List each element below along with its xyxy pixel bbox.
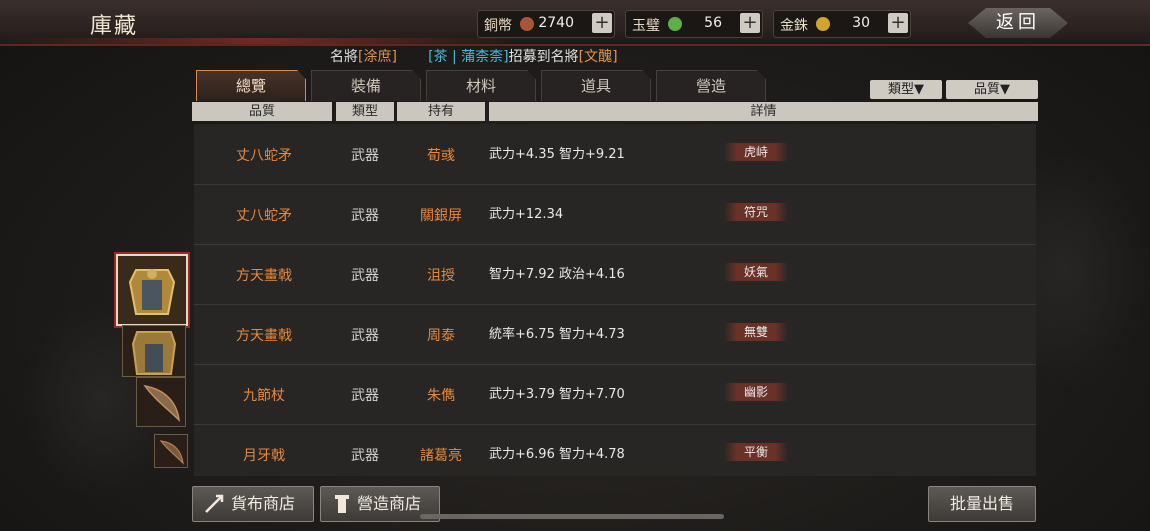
currency-label: 玉璧 — [632, 18, 660, 34]
item-name: 月牙戟 — [243, 448, 285, 464]
column-header-quality[interactable]: 品質 — [192, 102, 332, 121]
column-header-type[interactable]: 類型 — [336, 102, 394, 121]
tab-construction[interactable]: 營造 — [656, 70, 766, 101]
item-stats: 武力+6.96 智力+4.78 — [489, 447, 625, 462]
currency-jade: 玉璧 56 + — [625, 10, 763, 38]
table-row[interactable]: 丈八蛇矛 武器 荀彧 武力+4.35 智力+9.21 虎峙 — [194, 126, 1036, 185]
copper-coin-icon — [520, 17, 534, 31]
armor-icon — [123, 326, 185, 376]
axe-icon — [155, 435, 187, 467]
item-holder: 周泰 — [427, 328, 455, 344]
item-skill-badge: 幽影 — [724, 383, 788, 401]
item-skill-badge: 虎峙 — [724, 143, 788, 161]
item-holder: 關銀屏 — [420, 208, 462, 224]
table-row[interactable]: 九節杖 武器 朱儁 武力+3.79 智力+7.70 幽影 — [194, 366, 1036, 425]
tab-materials[interactable]: 材料 — [426, 70, 536, 101]
bulk-sell-button[interactable]: 批量出售 — [928, 486, 1036, 522]
item-stats: 武力+12.34 — [489, 207, 564, 222]
tower-icon — [331, 493, 353, 527]
quality-filter-dropdown[interactable]: 品質▼ — [946, 80, 1038, 99]
item-name: 丈八蛇矛 — [236, 148, 292, 164]
item-thumbnail-axe[interactable] — [154, 434, 188, 468]
tab-equipment[interactable]: 裝備 — [311, 70, 421, 101]
currency-value: 30 — [852, 15, 870, 31]
item-holder: 沮授 — [427, 268, 455, 284]
ticker-player: [茶 | 蒲柰柰] — [428, 49, 509, 65]
spear-icon — [203, 493, 225, 527]
item-type: 武器 — [351, 268, 379, 284]
build-shop-label: 營造商店 — [357, 494, 422, 513]
currency-gold: 金銖 30 + — [773, 10, 911, 38]
item-name: 方天畫戟 — [236, 268, 292, 284]
add-gold-button[interactable]: + — [888, 13, 908, 33]
item-stats: 武力+3.79 智力+7.70 — [489, 387, 625, 402]
column-header-holder[interactable]: 持有 — [397, 102, 485, 121]
item-type: 武器 — [351, 148, 379, 164]
item-stats: 統率+6.75 智力+4.73 — [489, 327, 625, 342]
ticker-text: 名將 — [330, 49, 358, 65]
item-type: 武器 — [351, 388, 379, 404]
item-holder: 荀彧 — [427, 148, 455, 164]
item-name: 丈八蛇矛 — [236, 208, 292, 224]
item-thumbnail-armor-2[interactable] — [122, 325, 186, 377]
add-jade-button[interactable]: + — [740, 13, 760, 33]
add-copper-button[interactable]: + — [592, 13, 612, 33]
horizontal-scrollbar[interactable] — [420, 514, 724, 519]
item-name: 九節杖 — [243, 388, 285, 404]
table-row[interactable]: 方天畫戟 武器 沮授 智力+7.92 政治+4.16 妖氣 — [194, 246, 1036, 305]
item-skill-badge: 符咒 — [724, 203, 788, 221]
item-skill-badge: 無雙 — [724, 323, 788, 341]
ticker-name: [文醜] — [578, 49, 618, 65]
item-type: 武器 — [351, 208, 379, 224]
item-stats: 智力+7.92 政治+4.16 — [489, 267, 625, 282]
item-table: 丈八蛇矛 武器 荀彧 武力+4.35 智力+9.21 虎峙 丈八蛇矛 武器 關銀… — [194, 124, 1036, 476]
item-holder: 諸葛亮 — [420, 448, 462, 464]
item-skill-badge: 平衡 — [724, 443, 788, 461]
table-row[interactable]: 方天畫戟 武器 周泰 統率+6.75 智力+4.73 無雙 — [194, 306, 1036, 365]
currency-label: 金銖 — [780, 18, 808, 34]
item-type: 武器 — [351, 448, 379, 464]
item-thumbnail-armor[interactable] — [116, 254, 188, 326]
back-button[interactable]: 返回 — [968, 8, 1068, 38]
currency-label: 銅幣 — [484, 18, 512, 34]
back-button-label: 返回 — [996, 12, 1040, 33]
ticker-name: [涂庶] — [358, 49, 397, 65]
type-filter-dropdown[interactable]: 類型▼ — [870, 80, 942, 99]
announcement-ticker: 名將[涂庶] [茶 | 蒲柰柰]招募到名將[文醜] — [330, 46, 618, 66]
table-row[interactable]: 丈八蛇矛 武器 關銀屏 武力+12.34 符咒 — [194, 186, 1036, 245]
tab-items[interactable]: 道具 — [541, 70, 651, 101]
item-thumbnail-blade[interactable] — [136, 377, 186, 427]
item-skill-badge: 妖氣 — [724, 263, 788, 281]
item-holder: 朱儁 — [427, 388, 455, 404]
blade-icon — [137, 378, 185, 426]
item-type: 武器 — [351, 328, 379, 344]
currency-value: 56 — [704, 15, 722, 31]
gold-coin-icon — [816, 17, 830, 31]
item-name: 方天畫戟 — [236, 328, 292, 344]
top-bar-glow — [0, 38, 520, 44]
armor-icon — [118, 256, 186, 324]
tab-overview[interactable]: 總覽 — [196, 70, 306, 101]
top-bar: 庫藏 銅幣 2740 + 玉璧 56 + 金銖 30 + 返回 — [0, 0, 1150, 46]
currency-shop-label: 貨布商店 — [231, 494, 296, 513]
jade-coin-icon — [668, 17, 682, 31]
column-header-details: 詳情 — [489, 102, 1038, 121]
item-stats: 武力+4.35 智力+9.21 — [489, 147, 625, 162]
table-row[interactable]: 月牙戟 武器 諸葛亮 武力+6.96 智力+4.78 平衡 — [194, 426, 1036, 476]
page-title: 庫藏 — [90, 14, 139, 39]
currency-value: 2740 — [538, 15, 574, 31]
currency-copper: 銅幣 2740 + — [477, 10, 615, 38]
ticker-text: 招募到名將 — [508, 49, 579, 65]
currency-shop-button[interactable]: 貨布商店 — [192, 486, 314, 522]
